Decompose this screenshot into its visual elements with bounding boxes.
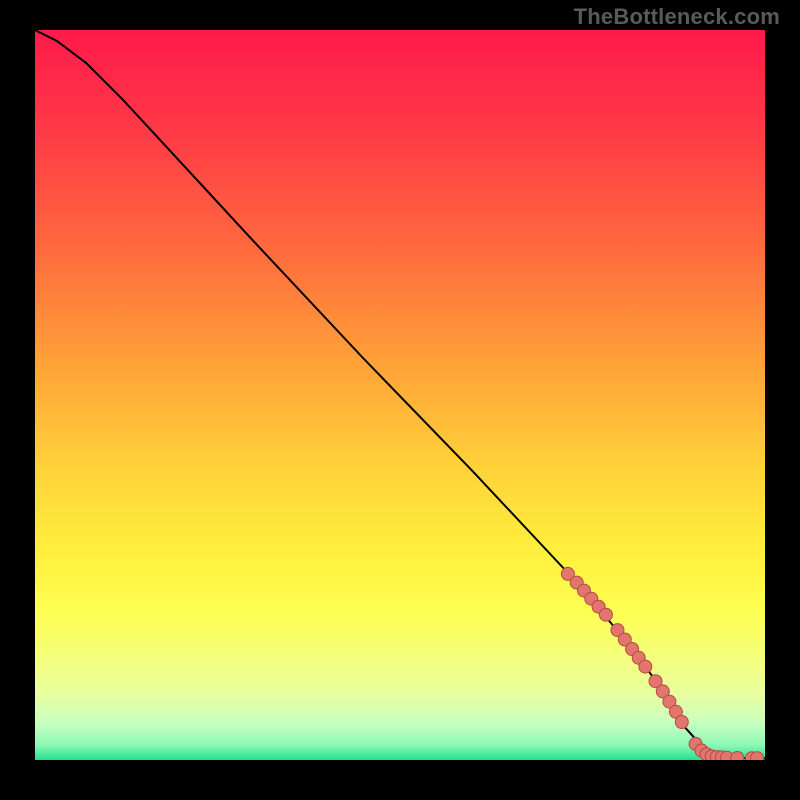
data-marker xyxy=(599,608,612,621)
data-marker xyxy=(731,752,744,761)
data-marker xyxy=(675,716,688,729)
watermark-label: TheBottleneck.com xyxy=(574,4,780,30)
chart-svg xyxy=(35,30,765,760)
data-marker xyxy=(639,660,652,673)
data-marker xyxy=(751,752,764,760)
chart-plot xyxy=(35,30,765,760)
chart-stage: TheBottleneck.com xyxy=(0,0,800,800)
